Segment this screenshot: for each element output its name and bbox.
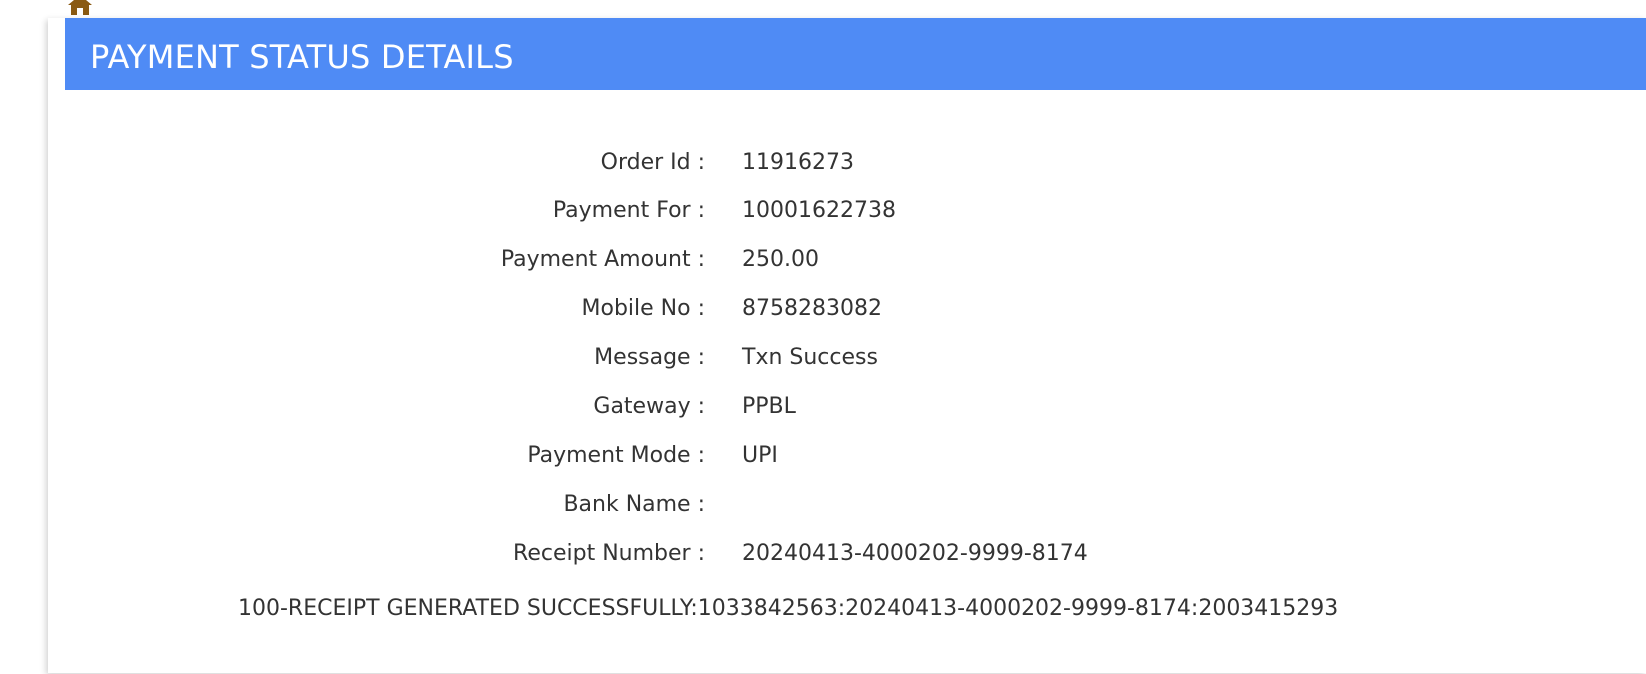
- detail-row-receipt-number: Receipt Number : 20240413-4000202-9999-8…: [0, 541, 1646, 571]
- gateway-value: PPBL: [742, 394, 796, 419]
- payment-for-label: Payment For :: [552, 198, 705, 223]
- detail-row-order-id: Order Id : 11916273: [0, 150, 1646, 180]
- payment-mode-value: UPI: [742, 443, 778, 468]
- payment-mode-label: Payment Mode :: [527, 443, 705, 468]
- page-title: PAYMENT STATUS DETAILS: [90, 38, 514, 76]
- detail-row-bank-name: Bank Name :: [0, 492, 1646, 522]
- detail-row-payment-amount: Payment Amount : 250.00: [0, 247, 1646, 277]
- payment-amount-value: 250.00: [742, 247, 819, 272]
- detail-row-payment-for: Payment For : 10001622738: [0, 198, 1646, 228]
- receipt-number-value: 20240413-4000202-9999-8174: [742, 541, 1088, 566]
- home-icon[interactable]: [64, 0, 96, 16]
- detail-row-message: Message : Txn Success: [0, 345, 1646, 375]
- receipt-number-label: Receipt Number :: [513, 541, 705, 566]
- order-id-value: 11916273: [742, 150, 854, 175]
- message-label: Message :: [594, 345, 705, 370]
- payment-status-page: PAYMENT STATUS DETAILS Order Id : 119162…: [0, 0, 1646, 674]
- detail-row-gateway: Gateway : PPBL: [0, 394, 1646, 424]
- payment-for-value: 10001622738: [742, 198, 896, 223]
- card-header: PAYMENT STATUS DETAILS: [65, 18, 1646, 90]
- order-id-label: Order Id :: [600, 150, 705, 175]
- detail-row-mobile-no: Mobile No : 8758283082: [0, 296, 1646, 326]
- mobile-no-value: 8758283082: [742, 296, 882, 321]
- payment-amount-label: Payment Amount :: [500, 247, 705, 272]
- gateway-label: Gateway :: [593, 394, 705, 419]
- message-value: Txn Success: [742, 345, 878, 370]
- mobile-no-label: Mobile No :: [581, 296, 705, 321]
- receipt-result-message: 100-RECEIPT GENERATED SUCCESSFULLY:10338…: [238, 596, 1339, 621]
- bank-name-label: Bank Name :: [563, 492, 705, 517]
- detail-row-payment-mode: Payment Mode : UPI: [0, 443, 1646, 473]
